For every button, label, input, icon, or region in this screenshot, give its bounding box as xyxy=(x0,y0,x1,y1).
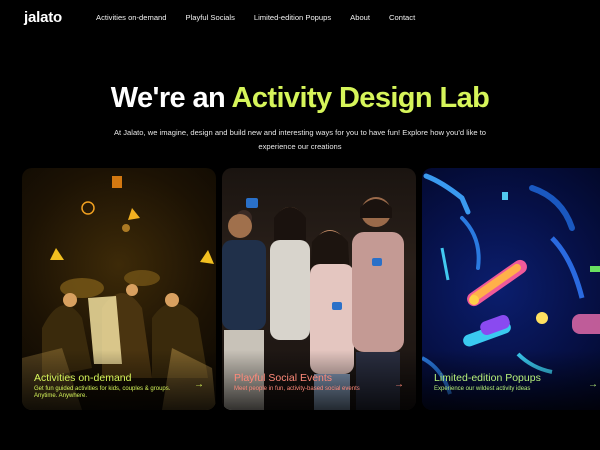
card-title: Activities on-demand xyxy=(34,372,132,384)
card-activities-on-demand[interactable]: Activities on-demand Get fun guided acti… xyxy=(22,168,216,410)
card-limited-edition-popups[interactable]: Limited-edition Popups Experience our wi… xyxy=(422,168,600,410)
card-description: Experience our wildest activity ideas xyxy=(434,386,531,392)
brand-logo[interactable]: jalato xyxy=(24,9,62,26)
nav-link-about[interactable]: About xyxy=(350,13,370,22)
arrow-right-icon[interactable]: → xyxy=(394,379,404,390)
arrow-right-icon[interactable]: → xyxy=(194,379,204,390)
hero-title: We're an Activity Design Lab xyxy=(0,82,600,115)
card-title: Limited-edition Popups xyxy=(434,372,541,384)
arrow-right-icon[interactable]: → xyxy=(588,379,598,390)
hero-title-plain: We're an xyxy=(110,82,232,114)
nav-menu: Activities on-demand Playful Socials Lim… xyxy=(96,13,415,22)
hero-subtitle: At Jalato, we imagine, design and build … xyxy=(113,128,487,151)
top-navigation: jalato Activities on-demand Playful Soci… xyxy=(0,0,600,36)
experience-cards: Activities on-demand Get fun guided acti… xyxy=(0,168,600,410)
hero-title-highlight: Activity Design Lab xyxy=(231,82,490,114)
logo-text: jalato xyxy=(24,9,62,26)
nav-link-activities-on-demand[interactable]: Activities on-demand xyxy=(96,13,167,22)
nav-link-contact[interactable]: Contact xyxy=(389,13,415,22)
card-title: Playful Social Events xyxy=(234,372,333,384)
card-playful-social-events[interactable]: Playful Social Events Meet people in fun… xyxy=(222,168,416,410)
nav-link-playful-socials[interactable]: Playful Socials xyxy=(186,13,235,22)
card-description: Meet people in fun, activity-based socia… xyxy=(234,386,360,392)
nav-link-limited-edition-popups[interactable]: Limited-edition Popups xyxy=(254,13,331,22)
card-description: Get fun guided activities for kids, coup… xyxy=(34,386,171,399)
